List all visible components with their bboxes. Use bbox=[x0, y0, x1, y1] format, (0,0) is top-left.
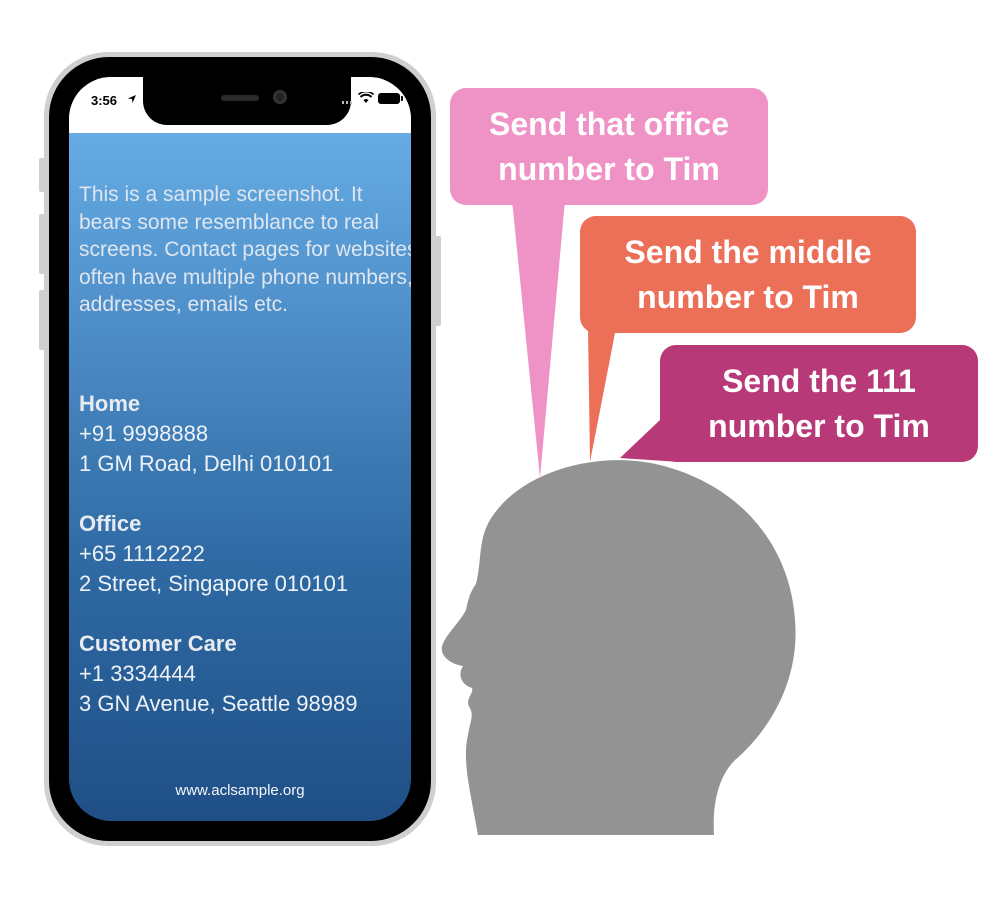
phone-bezel: 3:56 This is a sample screenshot. It bea… bbox=[49, 57, 431, 841]
contact-label: Office bbox=[79, 510, 142, 536]
contact-address[interactable]: 1 GM Road, Delhi 010101 bbox=[79, 449, 411, 479]
battery-icon bbox=[378, 93, 403, 104]
intro-text: This is a sample screenshot. It bears so… bbox=[79, 183, 411, 316]
bubble-line-1: Send the middle bbox=[624, 234, 872, 270]
wifi-icon bbox=[358, 92, 374, 103]
volume-down-button bbox=[39, 290, 45, 350]
contact-phone[interactable]: +1 3334444 bbox=[79, 659, 411, 689]
contact-home: Home +91 9998888 1 GM Road, Delhi 010101 bbox=[79, 389, 411, 479]
bubble-line-2: number to Tim bbox=[708, 408, 930, 444]
contact-address[interactable]: 2 Street, Singapore 010101 bbox=[79, 569, 411, 599]
front-camera bbox=[273, 90, 287, 104]
bubble-line-2: number to Tim bbox=[498, 151, 720, 187]
mute-switch bbox=[39, 158, 45, 192]
status-time: 3:56 bbox=[91, 93, 118, 108]
speech-bubble-111: Send the 111 number to Tim bbox=[660, 345, 978, 462]
bubble-line-1: Send the 111 bbox=[722, 363, 916, 399]
phone-screen: 3:56 This is a sample screenshot. It bea… bbox=[69, 77, 411, 821]
head-silhouette bbox=[441, 460, 796, 835]
notch bbox=[143, 77, 351, 125]
contact-label: Home bbox=[79, 390, 141, 416]
contact-phone[interactable]: +65 1112222 bbox=[79, 539, 411, 569]
contact-office: Office +65 1112222 2 Street, Singapore 0… bbox=[79, 509, 411, 599]
bubble-tail-office bbox=[512, 200, 565, 478]
speaker-grille bbox=[221, 95, 259, 101]
contact-customer-care: Customer Care +1 3334444 3 GN Avenue, Se… bbox=[79, 629, 411, 719]
website-link[interactable]: www.aclsample.org bbox=[69, 782, 411, 799]
contact-address[interactable]: 3 GN Avenue, Seattle 98989 bbox=[79, 689, 411, 719]
status-bar: 3:56 bbox=[69, 77, 411, 133]
bubble-tail-middle bbox=[588, 328, 616, 462]
phone-frame: 3:56 This is a sample screenshot. It bea… bbox=[39, 52, 441, 846]
speech-bubble-middle: Send the middle number to Tim bbox=[580, 216, 916, 333]
contact-phone[interactable]: +91 9998888 bbox=[79, 419, 411, 449]
contact-label: Customer Care bbox=[79, 630, 237, 656]
bubble-line-1: Send that office bbox=[488, 106, 729, 142]
location-arrow-icon bbox=[128, 95, 136, 103]
speech-bubble-office: Send that office number to Tim bbox=[450, 88, 768, 205]
bubble-line-2: number to Tim bbox=[637, 279, 859, 315]
contact-page: This is a sample screenshot. It bears so… bbox=[79, 181, 411, 719]
signal-dots-icon bbox=[342, 101, 354, 104]
volume-up-button bbox=[39, 214, 45, 274]
power-button bbox=[435, 236, 441, 326]
